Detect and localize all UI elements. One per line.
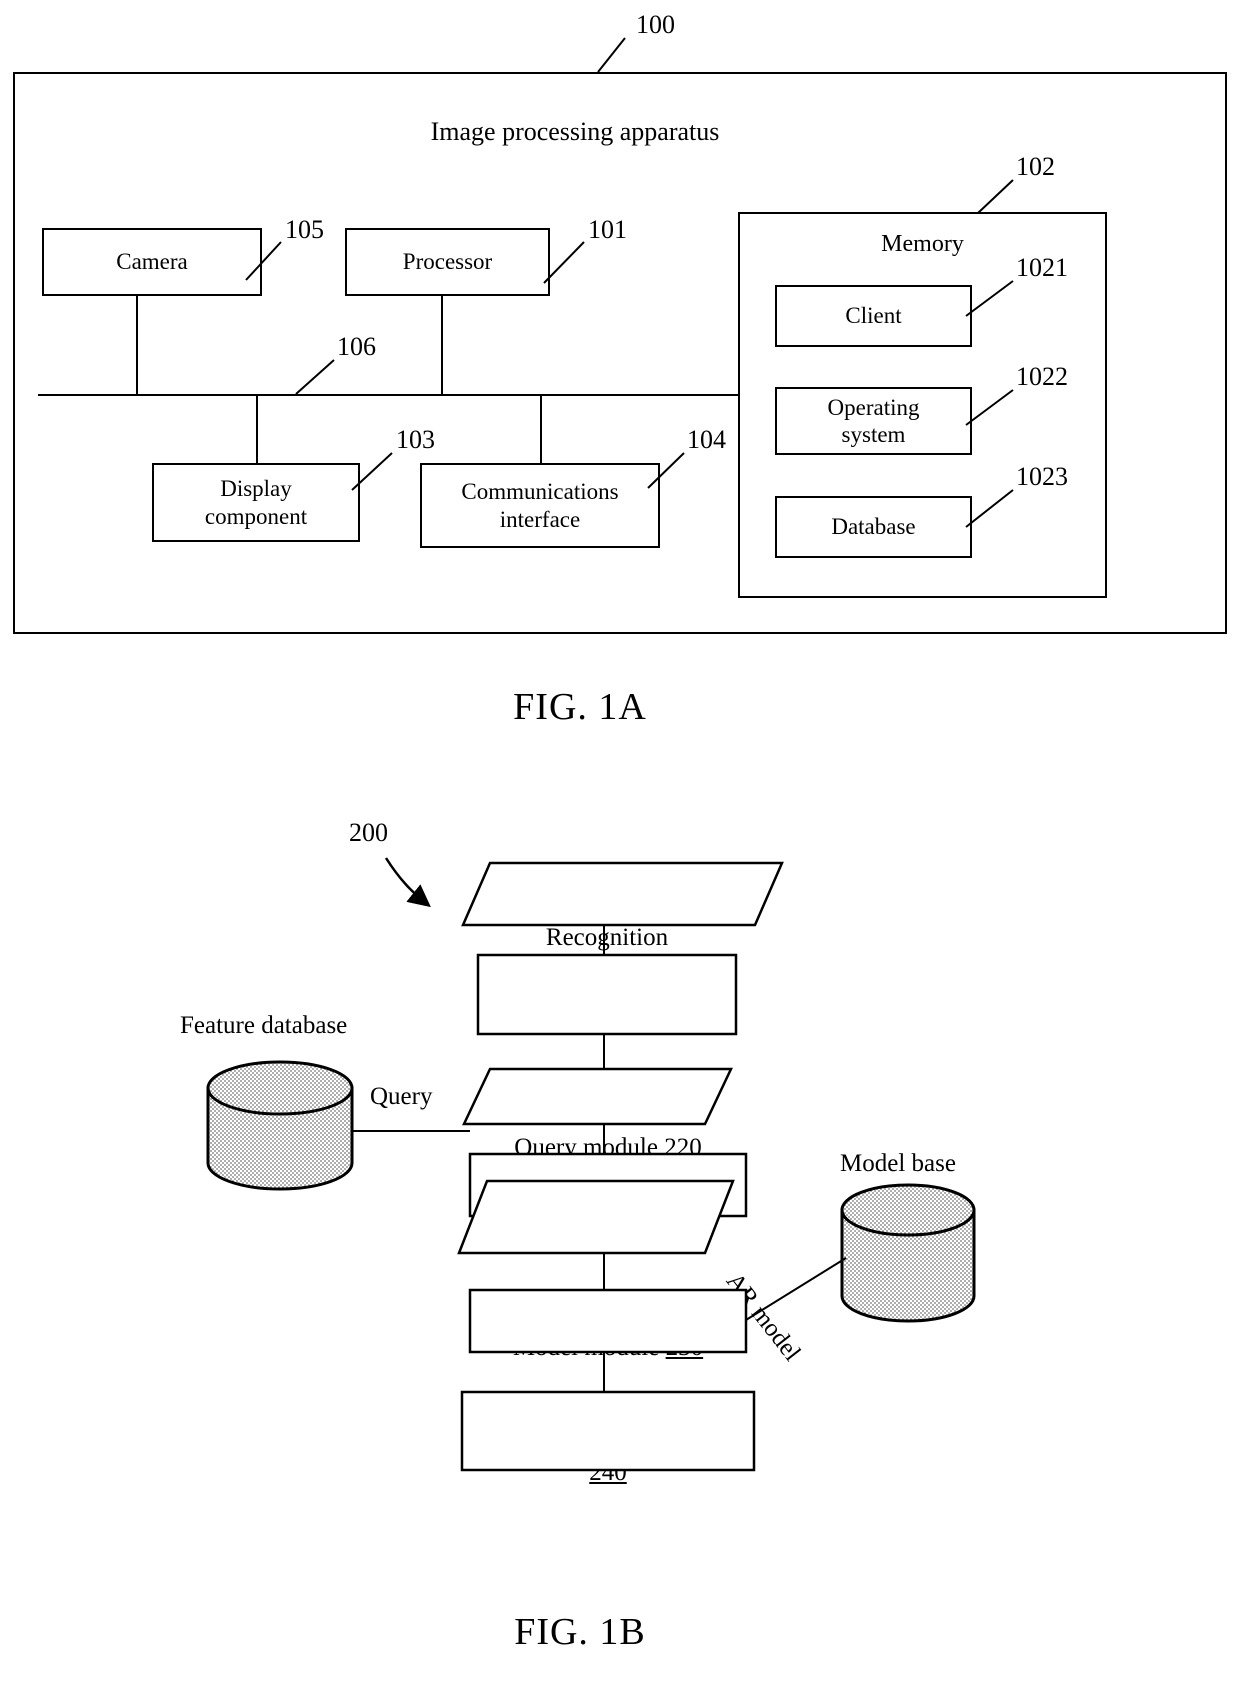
operating-system-block: Operating system bbox=[775, 387, 972, 455]
rendering-module-text: Rendering module bbox=[515, 1429, 701, 1456]
client-block: Client bbox=[775, 285, 972, 347]
ref-number-100: 100 bbox=[636, 10, 675, 39]
figure-1a-caption: FIG. 1A bbox=[513, 686, 647, 728]
operating-system-block-label: Operating system bbox=[827, 394, 920, 447]
model-base-label: Model base bbox=[840, 1150, 956, 1177]
processor-bus-connector bbox=[441, 296, 443, 395]
model-module-label: Model module 230 bbox=[470, 1303, 746, 1363]
ref-number-1022: 1022 bbox=[1016, 362, 1068, 391]
camera-block-label: Camera bbox=[116, 249, 188, 275]
query-module-number: 220 bbox=[664, 1134, 702, 1161]
processor-block: Processor bbox=[345, 228, 550, 296]
rendering-module-label: Rendering module 240 bbox=[462, 1398, 754, 1488]
feature-database-label: Feature database bbox=[180, 1012, 348, 1039]
ref-number-106: 106 bbox=[337, 332, 376, 361]
recognition-module-number: 210 bbox=[628, 954, 667, 981]
ref-number-104: 104 bbox=[687, 425, 726, 454]
system-bus bbox=[38, 394, 740, 396]
ref-number-105: 105 bbox=[285, 215, 324, 244]
ref-number-102: 102 bbox=[1016, 152, 1055, 181]
communications-bus-connector bbox=[540, 394, 542, 464]
rendering-module-number: 240 bbox=[589, 1459, 627, 1486]
communications-interface-block: Communications interface bbox=[420, 463, 660, 548]
model-module-number: 230 bbox=[665, 1334, 704, 1361]
model-module-text: Model module bbox=[512, 1334, 666, 1361]
query-module-text: Query module bbox=[514, 1134, 665, 1161]
database-block-label: Database bbox=[831, 514, 916, 540]
feature-node-label: Feature bbox=[572, 1006, 648, 1033]
ref-number-103: 103 bbox=[396, 425, 435, 454]
display-component-block: Display component bbox=[152, 463, 360, 542]
processor-block-label: Processor bbox=[402, 249, 493, 275]
ref-number-1023: 1023 bbox=[1016, 462, 1068, 491]
recognition-module-label: Recognition module 210 bbox=[478, 893, 736, 983]
client-block-label: Client bbox=[845, 303, 902, 329]
feature-database-cylinder bbox=[206, 1060, 354, 1191]
ref-number-200: 200 bbox=[349, 818, 388, 847]
real-object-attribute-node-label: Real object attribute bbox=[551, 1191, 665, 1248]
query-edge-label: Query bbox=[370, 1083, 433, 1110]
model-base-cylinder bbox=[840, 1183, 976, 1323]
communications-interface-block-label: Communications interface bbox=[461, 479, 619, 532]
pointer-arrow-200 bbox=[384, 857, 431, 908]
database-block: Database bbox=[775, 496, 972, 558]
ref-number-1021: 1021 bbox=[1016, 253, 1068, 282]
query-module-label: Query module 220 bbox=[470, 1103, 746, 1163]
figure-1b-caption: FIG. 1B bbox=[514, 1611, 646, 1653]
ref-number-101: 101 bbox=[588, 215, 627, 244]
camera-bus-connector bbox=[136, 296, 138, 395]
camera-block: Camera bbox=[42, 228, 262, 296]
leader-100 bbox=[597, 37, 626, 73]
display-bus-connector bbox=[256, 394, 258, 464]
apparatus-title: Image processing apparatus bbox=[430, 117, 720, 146]
display-component-block-label: Display component bbox=[204, 476, 308, 529]
